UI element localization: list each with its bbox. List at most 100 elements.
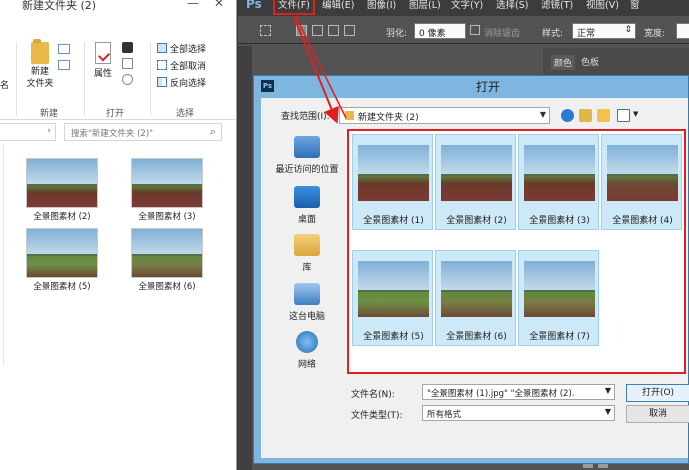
- view-chevron-icon: ▼: [633, 110, 639, 118]
- menu-edit[interactable]: 编辑(E): [322, 0, 354, 11]
- file-menu-highlight: [273, 0, 315, 15]
- dialog-title: 打开: [476, 80, 501, 94]
- place-this-pc[interactable]: 这台电脑: [269, 283, 345, 322]
- file-item[interactable]: 全景图素材 (5): [22, 228, 102, 292]
- file-list-pane[interactable]: 全景图素材 (1) 全景图素材 (2) 全景图素材 (3) 全景图素材 (4) …: [347, 129, 686, 374]
- dialog-body: 查找范围(I): 新建文件夹 (2) ▼ ▼ 最近访问的位置 桌面 库 这台电脑: [261, 98, 689, 458]
- properties-icon: [95, 42, 111, 64]
- ps-menubar: Ps 文件(F) 编辑(E) 图像(I) 图层(L) 文字(Y) 选择(S) 滤…: [238, 0, 689, 16]
- dialog-titlebar: Ps 打开: [254, 76, 689, 98]
- place-label: 桌面: [297, 215, 316, 225]
- navigation-pane: [0, 145, 4, 365]
- file-item[interactable]: 全景图素材 (3): [518, 134, 599, 230]
- subtract-selection-icon[interactable]: [328, 25, 339, 36]
- properties-button[interactable]: 属性: [88, 42, 118, 79]
- file-label: 全景图素材 (6): [138, 282, 196, 292]
- menu-type[interactable]: 文字(Y): [451, 0, 483, 11]
- chevron-updown-icon: ⇕: [624, 25, 632, 35]
- file-thumbnail: [524, 261, 595, 317]
- file-label: 全景图素材 (1): [363, 216, 424, 226]
- library-icon: [294, 234, 320, 256]
- minimize-button[interactable]: —: [180, 0, 206, 12]
- place-library[interactable]: 库: [269, 234, 345, 273]
- file-label: 全景图素材 (4): [612, 216, 673, 226]
- style-select[interactable]: 正常 ⇕: [572, 23, 636, 39]
- explorer-titlebar: 新建文件夹 (2) — ✕: [0, 0, 236, 16]
- place-label: 这台电脑: [288, 312, 325, 322]
- ps-options-bar: 羽化: 0 像素 消除锯齿 样式: 正常 ⇕ 宽度:: [238, 18, 689, 44]
- look-in-label: 查找范围(I):: [281, 112, 330, 122]
- up-folder-icon[interactable]: [579, 109, 592, 122]
- network-icon: [296, 331, 318, 353]
- file-thumbnail: [358, 145, 429, 201]
- file-label: 全景图素材 (5): [33, 282, 91, 292]
- chevron-down-icon: ▼: [604, 386, 611, 395]
- place-network[interactable]: 网络: [269, 331, 345, 370]
- file-label: 全景图素材 (2): [446, 216, 507, 226]
- file-item[interactable]: 全景图素材 (4): [601, 134, 682, 230]
- close-button[interactable]: ✕: [206, 0, 232, 12]
- recent-places-icon: [294, 136, 320, 158]
- place-desktop[interactable]: 桌面: [269, 186, 345, 225]
- select-none-button[interactable]: 全部取消: [157, 59, 206, 72]
- address-bar[interactable]: ›: [0, 123, 56, 141]
- menu-layer[interactable]: 图层(L): [409, 0, 441, 11]
- back-icon[interactable]: [561, 109, 574, 122]
- tab-color[interactable]: 颜色: [551, 55, 576, 70]
- select-all-icon: [157, 43, 167, 53]
- open-button[interactable]: 打开(O): [626, 384, 689, 402]
- new-folder-icon[interactable]: [597, 109, 610, 122]
- cancel-button[interactable]: 取消: [626, 405, 689, 423]
- file-item[interactable]: 全景图素材 (6): [435, 250, 516, 346]
- invert-selection-icon: [157, 77, 167, 87]
- explorer-title: 新建文件夹 (2): [22, 0, 97, 12]
- file-item[interactable]: 全景图素材 (5): [352, 250, 433, 346]
- marquee-tool-icon[interactable]: [260, 25, 271, 36]
- intersect-selection-icon[interactable]: [344, 25, 355, 36]
- menu-filter[interactable]: 滤镜(T): [541, 0, 573, 11]
- ps-panel-area: 颜色 色板: [543, 48, 689, 76]
- search-input[interactable]: 搜索"新建文件夹 (2)" ⌕: [64, 123, 222, 141]
- width-input[interactable]: [676, 23, 689, 39]
- place-recent[interactable]: 最近访问的位置: [269, 136, 345, 175]
- open-icons[interactable]: [122, 42, 136, 85]
- file-label: 全景图素材 (7): [529, 332, 590, 342]
- antialias-checkbox[interactable]: [470, 25, 480, 35]
- menu-image[interactable]: 图像(I): [367, 0, 396, 11]
- new-item-icon[interactable]: [58, 44, 74, 70]
- new-selection-icon[interactable]: [296, 25, 307, 36]
- select-none-label: 全部取消: [170, 62, 207, 72]
- menu-select[interactable]: 选择(S): [496, 0, 528, 11]
- select-all-button[interactable]: 全部选择: [157, 42, 206, 55]
- open-dialog: Ps 打开 查找范围(I): 新建文件夹 (2) ▼ ▼ 最近访问的位置 桌面 …: [253, 75, 689, 464]
- file-thumbnail: [358, 261, 429, 317]
- file-item[interactable]: 全景图素材 (2): [22, 158, 102, 222]
- new-folder-button[interactable]: 新建 文件夹: [22, 39, 58, 90]
- filetype-select[interactable]: 所有格式 ▼: [422, 405, 615, 421]
- tab-swatches[interactable]: 色板: [581, 55, 599, 68]
- file-label: 全景图素材 (2): [33, 212, 91, 222]
- group-new-label: 新建: [40, 109, 59, 119]
- select-all-label: 全部选择: [170, 45, 207, 55]
- filename-input[interactable]: "全景图素材 (1).jpg" "全景图素材 (2). ▼: [422, 384, 615, 400]
- desktop-icon: [294, 186, 320, 208]
- view-menu-icon[interactable]: [617, 109, 630, 122]
- menu-view[interactable]: 视图(V): [586, 0, 619, 11]
- add-selection-icon[interactable]: [312, 25, 323, 36]
- file-item[interactable]: 全景图素材 (6): [127, 228, 207, 292]
- search-icon: ⌕: [209, 125, 216, 138]
- look-in-select[interactable]: 新建文件夹 (2) ▼: [339, 107, 550, 124]
- ps-app-icon: Ps: [261, 80, 274, 92]
- search-placeholder: 搜索"新建文件夹 (2)": [71, 129, 154, 139]
- file-label: 全景图素材 (6): [446, 332, 507, 342]
- menu-window[interactable]: 窗: [630, 0, 640, 11]
- file-thumbnail: [607, 145, 678, 201]
- file-item[interactable]: 全景图素材 (1): [352, 134, 433, 230]
- file-thumbnail: [131, 158, 203, 208]
- file-item[interactable]: 全景图素材 (3): [127, 158, 207, 222]
- feather-input[interactable]: 0 像素: [414, 23, 466, 39]
- file-item[interactable]: 全景图素材 (2): [435, 134, 516, 230]
- invert-selection-button[interactable]: 反向选择: [157, 76, 206, 89]
- folder-icon: [345, 111, 354, 120]
- file-item[interactable]: 全景图素材 (7): [518, 250, 599, 346]
